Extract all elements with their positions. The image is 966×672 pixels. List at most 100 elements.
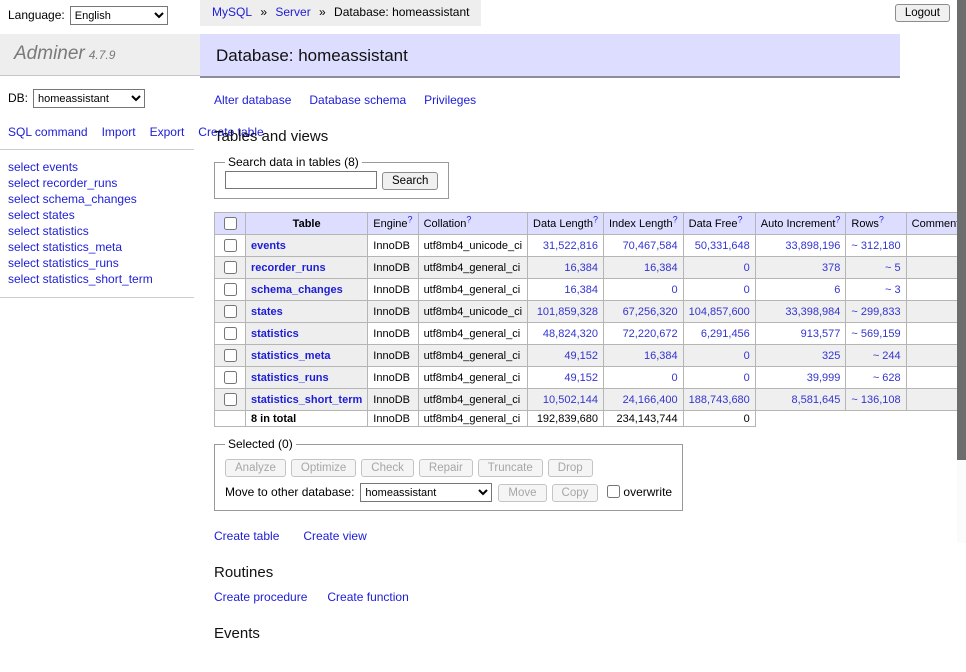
help-link-auto-increment[interactable]: ?: [835, 214, 840, 224]
table-name-cell: events: [246, 235, 368, 257]
search-button[interactable]: Search: [382, 172, 438, 190]
data-length-cell: 16,384: [528, 257, 604, 279]
data-length-cell: 16,384: [528, 279, 604, 301]
table-name-cell: recorder_runs: [246, 257, 368, 279]
column-header-table: Table: [246, 213, 368, 235]
total-collation-cell: utf8mb4_general_ci: [418, 411, 527, 427]
table-name-cell: statistics_meta: [246, 345, 368, 367]
data-free-cell: 0: [683, 279, 755, 301]
index-length-cell: 16,384: [603, 345, 683, 367]
db-select[interactable]: homeassistant: [33, 89, 145, 108]
table-link-events[interactable]: events: [251, 240, 286, 252]
sidebar-select-events[interactable]: select events: [8, 160, 200, 176]
help-link-data-free[interactable]: ?: [738, 214, 743, 224]
column-header-index-length: Index Length?: [603, 213, 683, 235]
link-create-procedure[interactable]: Create procedure: [214, 590, 307, 604]
truncate-button: Truncate: [478, 459, 543, 477]
scrollbar-thumb[interactable]: [957, 0, 966, 460]
engine-cell: InnoDB: [368, 279, 418, 301]
engine-cell: InnoDB: [368, 257, 418, 279]
table-row: schema_changesInnoDButf8mb4_general_ci16…: [215, 279, 966, 301]
auto-increment-cell: 33,398,984: [755, 301, 846, 323]
row-checkbox-statistics_meta[interactable]: [224, 349, 237, 362]
search-input[interactable]: [225, 171, 377, 189]
sidebar-select-recorder-runs[interactable]: select recorder_runs: [8, 176, 200, 192]
scrollbar-track[interactable]: [957, 0, 966, 543]
row-checkbox-cell: [215, 279, 246, 301]
table-row: statistics_short_termInnoDButf8mb4_gener…: [215, 389, 966, 411]
breadcrumb-server[interactable]: Server: [275, 5, 310, 19]
collation-cell: utf8mb4_general_ci: [418, 389, 527, 411]
table-link-statistics_short_term[interactable]: statistics_short_term: [251, 394, 362, 406]
sidebar-action-export[interactable]: Export: [150, 125, 185, 139]
table-link-statistics_meta[interactable]: statistics_meta: [251, 350, 331, 362]
data-free-cell: 104,857,600: [683, 301, 755, 323]
rows-cell: ~ 312,180: [846, 235, 906, 257]
rows-cell: ~ 569,159: [846, 323, 906, 345]
total-index-length-cell: 234,143,744: [603, 411, 683, 427]
nav-link-privileges[interactable]: Privileges: [424, 93, 476, 107]
data-free-cell: 188,743,680: [683, 389, 755, 411]
move-to-db-label: Move to other database:: [225, 485, 354, 499]
link-create-function[interactable]: Create function: [327, 590, 408, 604]
row-checkbox-cell: [215, 235, 246, 257]
table-link-recorder_runs[interactable]: recorder_runs: [251, 262, 326, 274]
index-length-cell: 24,166,400: [603, 389, 683, 411]
sidebar-select-statistics-short-term[interactable]: select statistics_short_term: [8, 272, 200, 288]
row-checkbox-states[interactable]: [224, 305, 237, 318]
row-checkbox-statistics[interactable]: [224, 327, 237, 340]
table-link-states[interactable]: states: [251, 306, 283, 318]
check-button: Check: [361, 459, 414, 477]
sidebar-action-sql-command[interactable]: SQL command: [8, 125, 88, 139]
link-create-table[interactable]: Create table: [214, 529, 279, 543]
create-links: Create table Create view: [214, 529, 966, 543]
breadcrumb-separator: »: [257, 5, 270, 19]
language-select[interactable]: English: [70, 6, 168, 25]
row-checkbox-events[interactable]: [224, 239, 237, 252]
data-free-cell: 0: [683, 367, 755, 389]
optimize-button: Optimize: [291, 459, 356, 477]
table-row: eventsInnoDButf8mb4_unicode_ci31,522,816…: [215, 235, 966, 257]
sidebar-select-statistics-runs[interactable]: select statistics_runs: [8, 256, 200, 272]
analyze-button: Analyze: [225, 459, 286, 477]
link-create-view[interactable]: Create view: [303, 529, 366, 543]
adminer-logo-name[interactable]: Adminer: [14, 43, 85, 64]
sidebar-select-statistics-meta[interactable]: select statistics_meta: [8, 240, 200, 256]
table-name-cell: schema_changes: [246, 279, 368, 301]
sidebar-select-states[interactable]: select states: [8, 208, 200, 224]
sidebar-select-schema-changes[interactable]: select schema_changes: [8, 192, 200, 208]
auto-increment-cell: 6: [755, 279, 846, 301]
help-link-index-length[interactable]: ?: [673, 214, 678, 224]
data-length-cell: 49,152: [528, 367, 604, 389]
select-all-checkbox[interactable]: [224, 217, 237, 230]
row-checkbox-statistics_short_term[interactable]: [224, 393, 237, 406]
row-checkbox-recorder_runs[interactable]: [224, 261, 237, 274]
rows-cell: ~ 136,108: [846, 389, 906, 411]
breadcrumb-mysql[interactable]: MySQL: [212, 5, 252, 19]
breadcrumb: MySQL » Server » Database: homeassistant: [200, 0, 481, 26]
help-link-rows[interactable]: ?: [879, 214, 884, 224]
sidebar-action-import[interactable]: Import: [102, 125, 136, 139]
move-db-select[interactable]: homeassistant: [360, 483, 492, 502]
table-link-statistics[interactable]: statistics: [251, 328, 299, 340]
auto-increment-cell: 913,577: [755, 323, 846, 345]
data-free-cell: 6,291,456: [683, 323, 755, 345]
overwrite-checkbox[interactable]: [607, 485, 620, 498]
table-link-schema_changes[interactable]: schema_changes: [251, 284, 343, 296]
column-header-auto-increment: Auto Increment?: [755, 213, 846, 235]
row-checkbox-statistics_runs[interactable]: [224, 371, 237, 384]
help-link-data-length[interactable]: ?: [593, 214, 598, 224]
help-link-engine[interactable]: ?: [408, 214, 413, 224]
rows-cell: ~ 628: [846, 367, 906, 389]
row-checkbox-schema_changes[interactable]: [224, 283, 237, 296]
nav-link-database-schema[interactable]: Database schema: [309, 93, 406, 107]
total-label-cell: 8 in total: [246, 411, 368, 427]
sidebar-select-statistics[interactable]: select statistics: [8, 224, 200, 240]
logout-button[interactable]: Logout: [895, 4, 950, 22]
help-link-collation[interactable]: ?: [466, 214, 471, 224]
row-checkbox-cell: [215, 323, 246, 345]
nav-link-alter-database[interactable]: Alter database: [214, 93, 291, 107]
table-link-statistics_runs[interactable]: statistics_runs: [251, 372, 329, 384]
row-checkbox-cell: [215, 389, 246, 411]
index-length-cell: 0: [603, 367, 683, 389]
